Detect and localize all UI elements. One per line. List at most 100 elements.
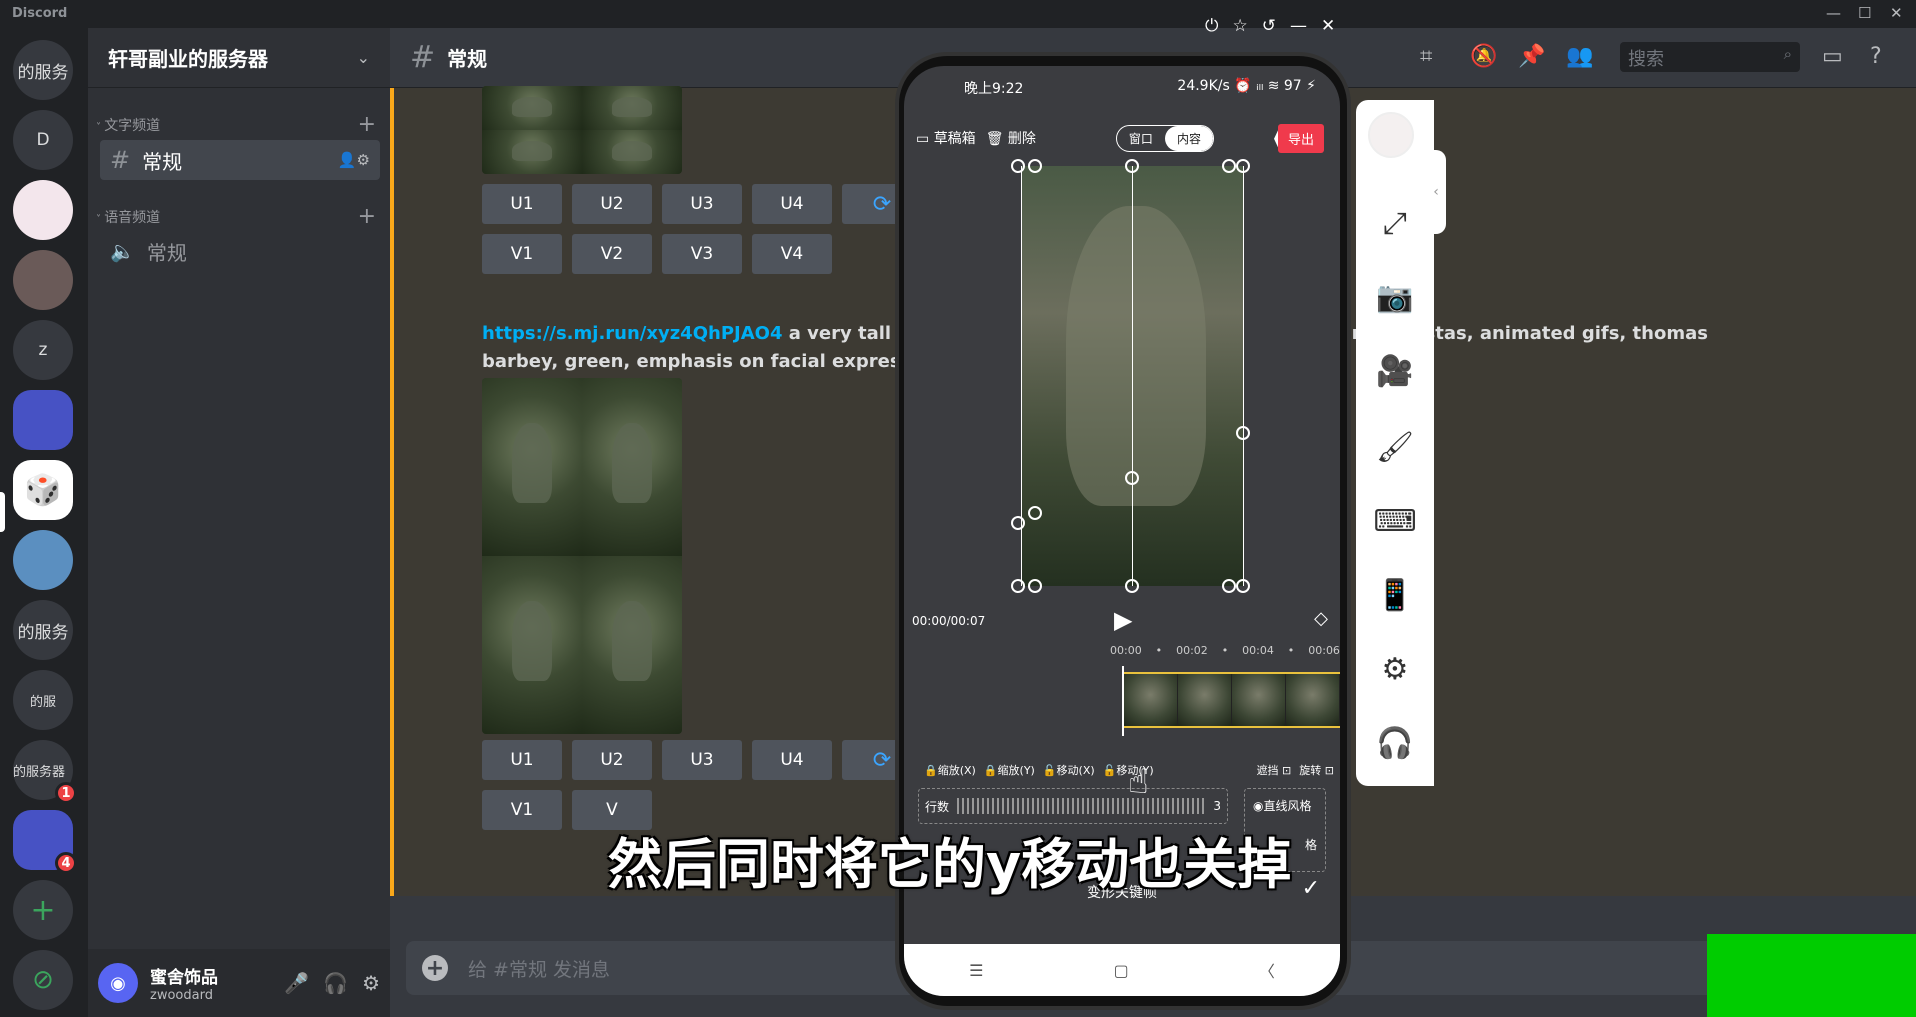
crop-handle[interactable] [1011,579,1025,593]
guild-item[interactable]: 4 [13,810,77,874]
v1-button[interactable]: V1 [482,790,562,830]
rotate-button[interactable]: 旋转 ⊡ [1299,762,1334,778]
add-channel-icon[interactable]: + [358,112,376,137]
crop-handle[interactable] [1028,506,1042,520]
u3-button[interactable]: U3 [662,740,742,780]
bunny-avatar[interactable] [1368,112,1414,158]
back-nav-icon[interactable]: 〈 [1259,958,1275,982]
seg-window[interactable]: 窗口 [1117,126,1165,151]
phone-moon-icon[interactable]: 📱 [1356,578,1434,613]
mode-toggle[interactable]: 窗口 内容 [1115,124,1214,152]
clip-strip[interactable] [1124,672,1340,728]
mute-bell-icon[interactable]: 🔕 [1470,44,1497,69]
guild-item-active[interactable]: 🎲 [13,460,73,520]
mj-link[interactable]: https://s.mj.run/xyz4QhPJAO4 [482,323,782,344]
inbox-icon[interactable]: ▭ [1822,44,1843,69]
search-input[interactable]: 搜索 ⌕ [1620,42,1800,72]
crop-handle[interactable] [1236,426,1250,440]
server-header[interactable]: 轩哥副业的服务器 ⌄ [88,28,390,88]
camera-icon[interactable]: 📷 [1356,280,1434,315]
category-voice[interactable]: ˅ 语音频道 + [96,204,376,229]
power-icon[interactable]: ⏻ [1205,16,1218,36]
v3-button[interactable]: V3 [662,234,742,274]
brush-icon[interactable]: 🖌 [1356,430,1434,465]
seg-content[interactable]: 内容 [1164,125,1213,151]
u2-button[interactable]: U2 [572,184,652,224]
explore-compass-icon[interactable]: ⊘ [13,950,73,1010]
upload-plus-icon[interactable]: + [422,955,448,981]
guild-item[interactable]: 的服务 [13,600,73,660]
menu-nav-icon[interactable]: ☰ [969,961,983,980]
guild-item[interactable] [13,250,73,310]
discord-avatar[interactable]: ◉ [98,963,138,1003]
guild-item[interactable]: 的服 [13,670,73,730]
u1-button[interactable]: U1 [482,184,562,224]
lock-scale-x[interactable]: 🔒缩放(X) [924,762,976,778]
confirm-check-icon[interactable]: ✓ [1302,876,1320,901]
voice-channel-general[interactable]: 🔈 常规 [100,231,380,271]
crop-handle[interactable] [1222,159,1236,173]
guild-item[interactable]: D [13,110,73,170]
collapse-panel-tab[interactable]: ‹ [1426,150,1446,234]
crop-handle[interactable] [1028,579,1042,593]
u2-button[interactable]: U2 [572,740,652,780]
crop-handle[interactable] [1028,159,1042,173]
help-icon[interactable]: ? [1870,44,1882,69]
mj-image-grid[interactable] [482,378,682,734]
export-button[interactable]: 导出 [1277,124,1324,153]
guild-item[interactable] [13,530,73,590]
member-list-icon[interactable]: 👥 [1566,44,1593,69]
v2-button[interactable]: V2 [572,234,652,274]
microphone-icon[interactable]: 🎤 [284,971,309,995]
crop-handle[interactable] [1222,579,1236,593]
lock-scale-y[interactable]: 🔒缩放(Y) [984,762,1035,778]
drafts-button[interactable]: ▭ 草稿箱 [916,128,976,148]
close-icon[interactable]: ✕ [1890,4,1903,22]
mask-button[interactable]: 遮挡 ⊡ [1257,762,1292,778]
u1-button[interactable]: U1 [482,740,562,780]
u3-button[interactable]: U3 [662,184,742,224]
add-channel-icon[interactable]: + [358,204,376,229]
crop-handle[interactable] [1236,579,1250,593]
keyframe-icon[interactable]: ◇ [1314,608,1328,629]
video-record-icon[interactable]: 🎥 [1356,354,1434,389]
guild-item[interactable]: 的服务器 1 [13,740,77,804]
settings-gear-icon[interactable]: ⚙ [1356,652,1434,687]
settings-gear-icon[interactable]: ⚙ [362,971,380,995]
minimize-icon[interactable]: — [1290,16,1307,36]
pin-icon[interactable]: 📌 [1518,44,1545,69]
headphones-icon[interactable]: 🎧 [323,971,348,995]
crop-handle[interactable] [1125,471,1139,485]
u4-button[interactable]: U4 [752,184,832,224]
close-icon[interactable]: ✕ [1321,16,1335,36]
crop-handle[interactable] [1125,579,1139,593]
pin-top-icon[interactable]: ☆ [1232,16,1247,36]
guild-item[interactable] [13,390,73,450]
home-nav-icon[interactable]: ▢ [1114,961,1129,980]
guild-item[interactable]: z [13,320,73,380]
minimize-icon[interactable]: — [1826,4,1841,22]
crop-handle[interactable] [1011,516,1025,530]
maximize-icon[interactable]: ☐ [1858,4,1871,22]
crop-handle[interactable] [1011,159,1025,173]
history-icon[interactable]: ↺ [1262,16,1276,36]
keyboard-icon[interactable]: ⌨ [1356,504,1434,539]
u4-button[interactable]: U4 [752,740,832,780]
mj-image-grid[interactable] [482,86,682,174]
v1-button[interactable]: V1 [482,234,562,274]
guild-item[interactable] [13,180,73,240]
invite-gear-icons[interactable]: 👤⚙ [338,151,370,169]
delete-button[interactable]: 🗑 删除 [986,128,1036,148]
headset-icon[interactable]: 🎧 [1356,726,1434,761]
fullscreen-icon[interactable]: ⤢ [1356,206,1434,241]
category-text[interactable]: ˅ 文字频道 + [96,112,376,137]
guild-item[interactable]: 的服务 [13,40,73,100]
add-server-icon[interactable]: + [13,880,73,940]
rows-slider[interactable]: 行数 3 [918,788,1228,824]
channel-item-general[interactable]: # 常规 👤⚙ [100,140,380,180]
threads-icon[interactable]: ⌗ [1420,44,1432,69]
v4-button[interactable]: V4 [752,234,832,274]
crop-handle[interactable] [1236,159,1250,173]
crop-handle[interactable] [1125,159,1139,173]
play-icon[interactable]: ▶ [1114,606,1132,634]
